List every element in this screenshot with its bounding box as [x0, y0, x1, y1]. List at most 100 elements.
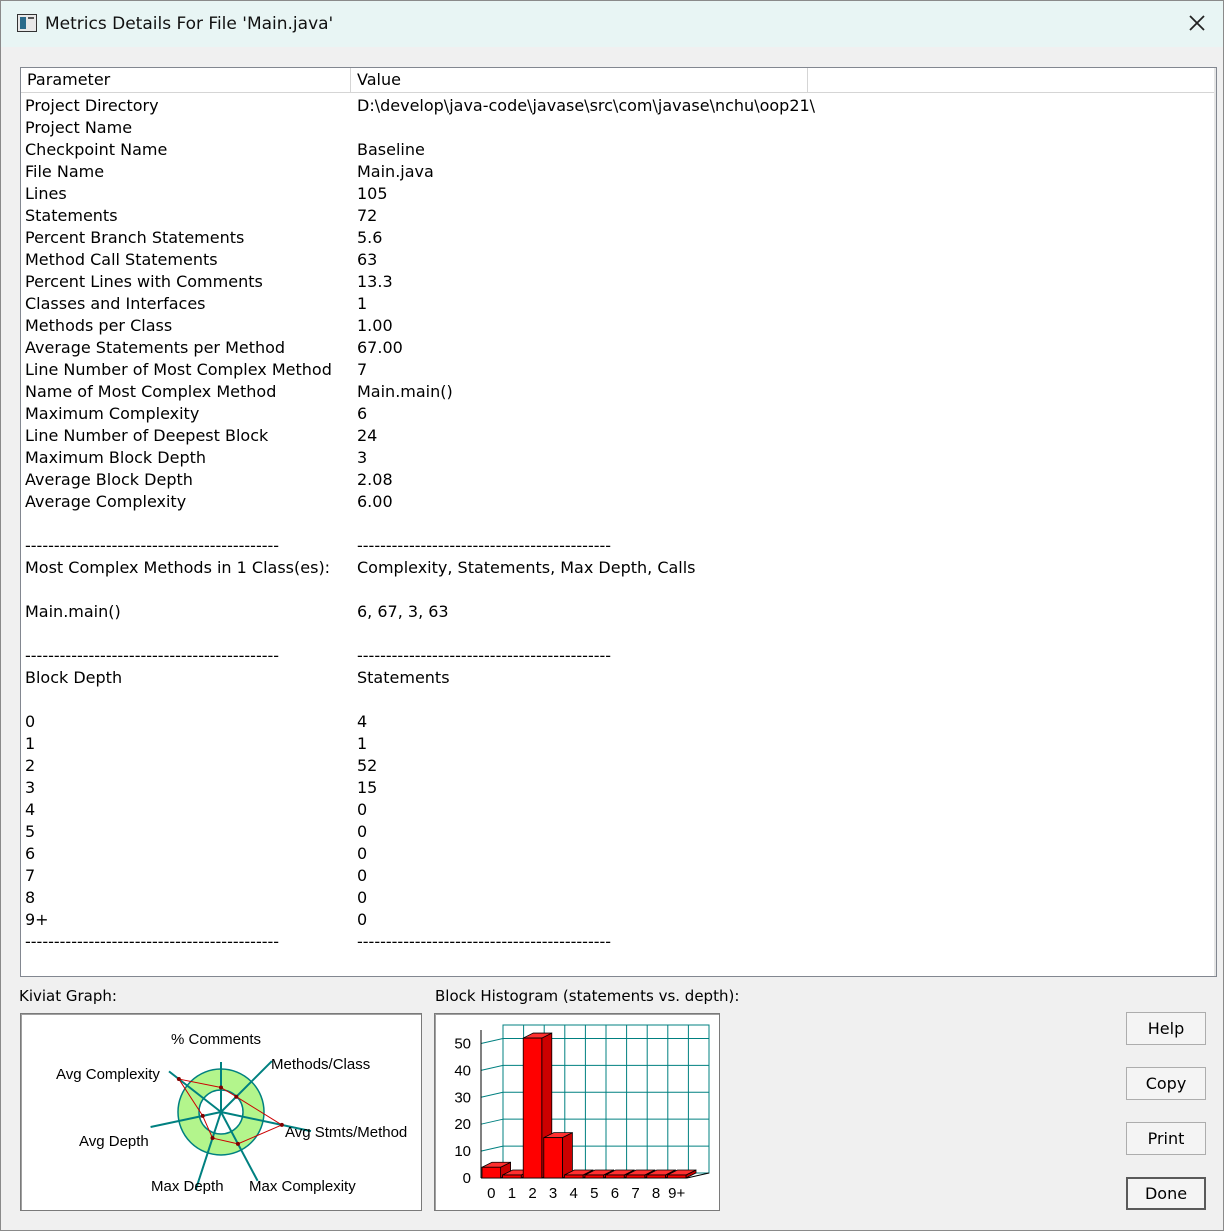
copy-button[interactable]: Copy [1126, 1067, 1206, 1100]
table-row[interactable]: 80 [21, 887, 1211, 909]
value-cell: 0 [357, 844, 368, 863]
histogram-x-tick: 1 [508, 1185, 516, 1202]
window-title: Metrics Details For File 'Main.java' [45, 14, 334, 34]
parameter-cell: Average Block Depth [25, 470, 193, 489]
table-row[interactable]: 40 [21, 799, 1211, 821]
histogram-bar [543, 1131, 573, 1179]
value-cell: Statements [357, 668, 450, 687]
table-row[interactable] [21, 579, 1211, 601]
parameter-cell: Average Complexity [25, 492, 187, 511]
parameter-cell: 6 [25, 844, 36, 863]
column-header-value[interactable]: Value [351, 68, 808, 92]
title-bar: Metrics Details For File 'Main.java' [1, 1, 1223, 47]
table-row[interactable]: 11 [21, 733, 1211, 755]
value-cell: 0 [357, 888, 368, 907]
value-cell: 3 [357, 448, 368, 467]
histogram-y-tick: 40 [454, 1062, 471, 1079]
histogram-y-tick: 10 [454, 1143, 471, 1160]
value-cell: ----------------------------------------… [357, 646, 612, 665]
parameter-cell: Name of Most Complex Method [25, 382, 277, 401]
parameter-cell: Most Complex Methods in 1 Class(es): [25, 558, 331, 577]
kiviat-graph: % Comments Methods/Class Avg Stmts/Method M… [56, 1031, 407, 1195]
parameter-cell: Maximum Block Depth [25, 448, 207, 467]
table-row[interactable]: Main.main() 6, 67, 3, 63 [21, 601, 1211, 623]
value-cell: 6, 67, 3, 63 [357, 602, 449, 621]
table-row[interactable]: Method Call Statements 63 [21, 249, 1211, 271]
table-row[interactable]: Line Number of Most Complex Method 7 [21, 359, 1211, 381]
metrics-list[interactable]: Parameter Value Project Directory D:\deve… [20, 67, 1217, 977]
table-row[interactable]: Percent Lines with Comments 13.3 [21, 271, 1211, 293]
value-cell: 6.00 [357, 492, 393, 511]
kiviat-axis-label: Max Depth [151, 1178, 224, 1195]
table-row[interactable]: Project Directory D:\develop\java-code\ja… [21, 95, 1211, 117]
table-row[interactable]: ----------------------------------------… [21, 931, 1211, 953]
help-button[interactable]: Help [1126, 1012, 1206, 1045]
table-row[interactable]: Maximum Block Depth 3 [21, 447, 1211, 469]
table-row[interactable]: Project Name [21, 117, 1211, 139]
vertical-scrollbar[interactable] [1214, 68, 1216, 976]
print-button[interactable]: Print [1126, 1122, 1206, 1155]
value-cell: 0 [357, 800, 368, 819]
table-row[interactable]: Average Statements per Method 67.00 [21, 337, 1211, 359]
histogram-panel: 0 10 20 30 40 50 0 1 2 3 4 5 6 7 8 9+ [434, 1013, 720, 1211]
table-row[interactable]: Methods per Class 1.00 [21, 315, 1211, 337]
table-row[interactable]: 60 [21, 843, 1211, 865]
histogram-x-tick: 3 [549, 1185, 557, 1202]
histogram-y-tick: 0 [463, 1170, 471, 1187]
table-row[interactable]: File Name Main.java [21, 161, 1211, 183]
value-cell: 13.3 [357, 272, 393, 291]
kiviat-point [235, 1141, 240, 1146]
table-row[interactable] [21, 689, 1211, 711]
column-header-parameter[interactable]: Parameter [21, 68, 351, 92]
table-row[interactable]: Average Block Depth 2.08 [21, 469, 1211, 491]
value-cell: 2.08 [357, 470, 393, 489]
table-row[interactable]: 3 15 [21, 777, 1211, 799]
close-icon[interactable] [1185, 11, 1209, 35]
table-row[interactable]: 2 52 [21, 755, 1211, 777]
table-row[interactable]: Statements 72 [21, 205, 1211, 227]
table-row[interactable]: 04 [21, 711, 1211, 733]
value-cell: 5.6 [357, 228, 383, 247]
table-row[interactable]: Lines 105 [21, 183, 1211, 205]
value-cell: 105 [357, 184, 388, 203]
table-row[interactable]: Average Complexity 6.00 [21, 491, 1211, 513]
value-cell: 67.00 [357, 338, 403, 357]
table-row[interactable]: 9+ 0 [21, 909, 1211, 931]
table-row[interactable] [21, 513, 1211, 535]
table-row[interactable]: Line Number of Deepest Block 24 [21, 425, 1211, 447]
histogram-x-tick: 0 [487, 1185, 495, 1202]
histogram-grid-line [480, 1118, 504, 1125]
kiviat-point [210, 1136, 215, 1141]
parameter-cell: File Name [25, 162, 105, 181]
histogram-grid-line [480, 1037, 504, 1044]
table-row[interactable]: ----------------------------------------… [21, 645, 1211, 667]
value-cell: D:\develop\java-code\javase\src\com\java… [357, 96, 816, 115]
table-row[interactable]: 70 [21, 865, 1211, 887]
table-row[interactable] [21, 623, 1211, 645]
table-row[interactable]: ----------------------------------------… [21, 535, 1211, 557]
table-row[interactable]: 50 [21, 821, 1211, 843]
table-row[interactable]: Block Depth Statements [21, 667, 1211, 689]
done-button[interactable]: Done [1126, 1177, 1206, 1210]
table-row[interactable]: Most Complex Methods in 1 Class(es): Comp… [21, 557, 1211, 579]
parameter-cell: Checkpoint Name [25, 140, 168, 159]
value-cell: 7 [357, 360, 368, 379]
histogram-label: Block Histogram (statements vs. depth): [435, 987, 740, 1005]
value-cell: 1.00 [357, 316, 393, 335]
histogram-y-tick: 20 [454, 1116, 471, 1133]
histogram-x-tick: 6 [611, 1185, 619, 1202]
histogram-x-tick: 8 [652, 1185, 660, 1202]
table-row[interactable]: Maximum Complexity 6 [21, 403, 1211, 425]
parameter-cell: 8 [25, 888, 36, 907]
value-cell: Main.main() [357, 382, 453, 401]
table-row[interactable]: Classes and Interfaces 1 [21, 293, 1211, 315]
parameter-cell: Percent Lines with Comments [25, 272, 263, 291]
value-cell: 72 [357, 206, 378, 225]
parameter-cell: Line Number of Most Complex Method [25, 360, 332, 379]
table-row[interactable]: Percent Branch Statements 5.6 [21, 227, 1211, 249]
parameter-cell: 2 [25, 756, 36, 775]
parameter-cell: Percent Branch Statements [25, 228, 245, 247]
parameter-cell: ----------------------------------------… [25, 932, 280, 951]
table-row[interactable]: Checkpoint Name Baseline [21, 139, 1211, 161]
table-row[interactable]: Name of Most Complex Method Main.main() [21, 381, 1211, 403]
